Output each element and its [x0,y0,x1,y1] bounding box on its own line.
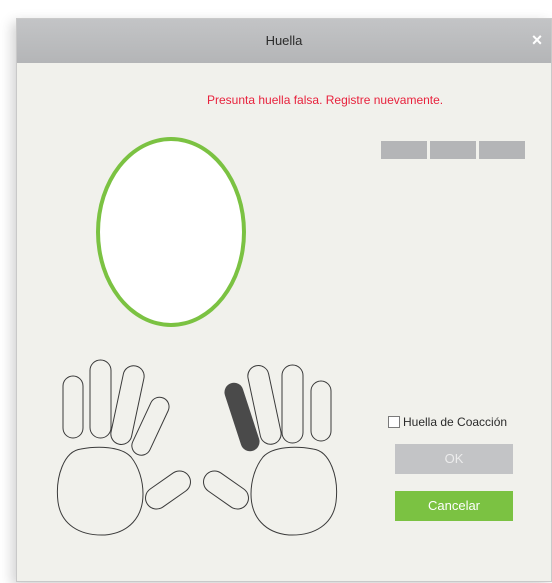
duress-label: Huella de Coacción [403,415,508,429]
left-thumb[interactable] [141,467,195,514]
ok-button[interactable]: OK [395,444,513,474]
right-thumb[interactable] [199,467,253,514]
left-ring[interactable] [89,359,112,439]
fingerprint-dialog: Huella × Presunta huella falsa. Registre… [16,18,552,582]
duress-fingerprint-option[interactable]: Huella de Coacción [388,415,507,429]
left-palm [56,446,144,536]
left-index[interactable] [129,394,172,458]
duress-checkbox[interactable] [388,416,400,428]
left-middle[interactable] [109,364,146,447]
right-index[interactable] [223,381,262,453]
right-ring[interactable] [281,364,304,444]
right-palm [250,446,338,536]
right-pinky[interactable] [310,380,332,442]
cancel-button[interactable]: Cancelar [395,491,513,521]
left-pinky[interactable] [62,375,84,439]
